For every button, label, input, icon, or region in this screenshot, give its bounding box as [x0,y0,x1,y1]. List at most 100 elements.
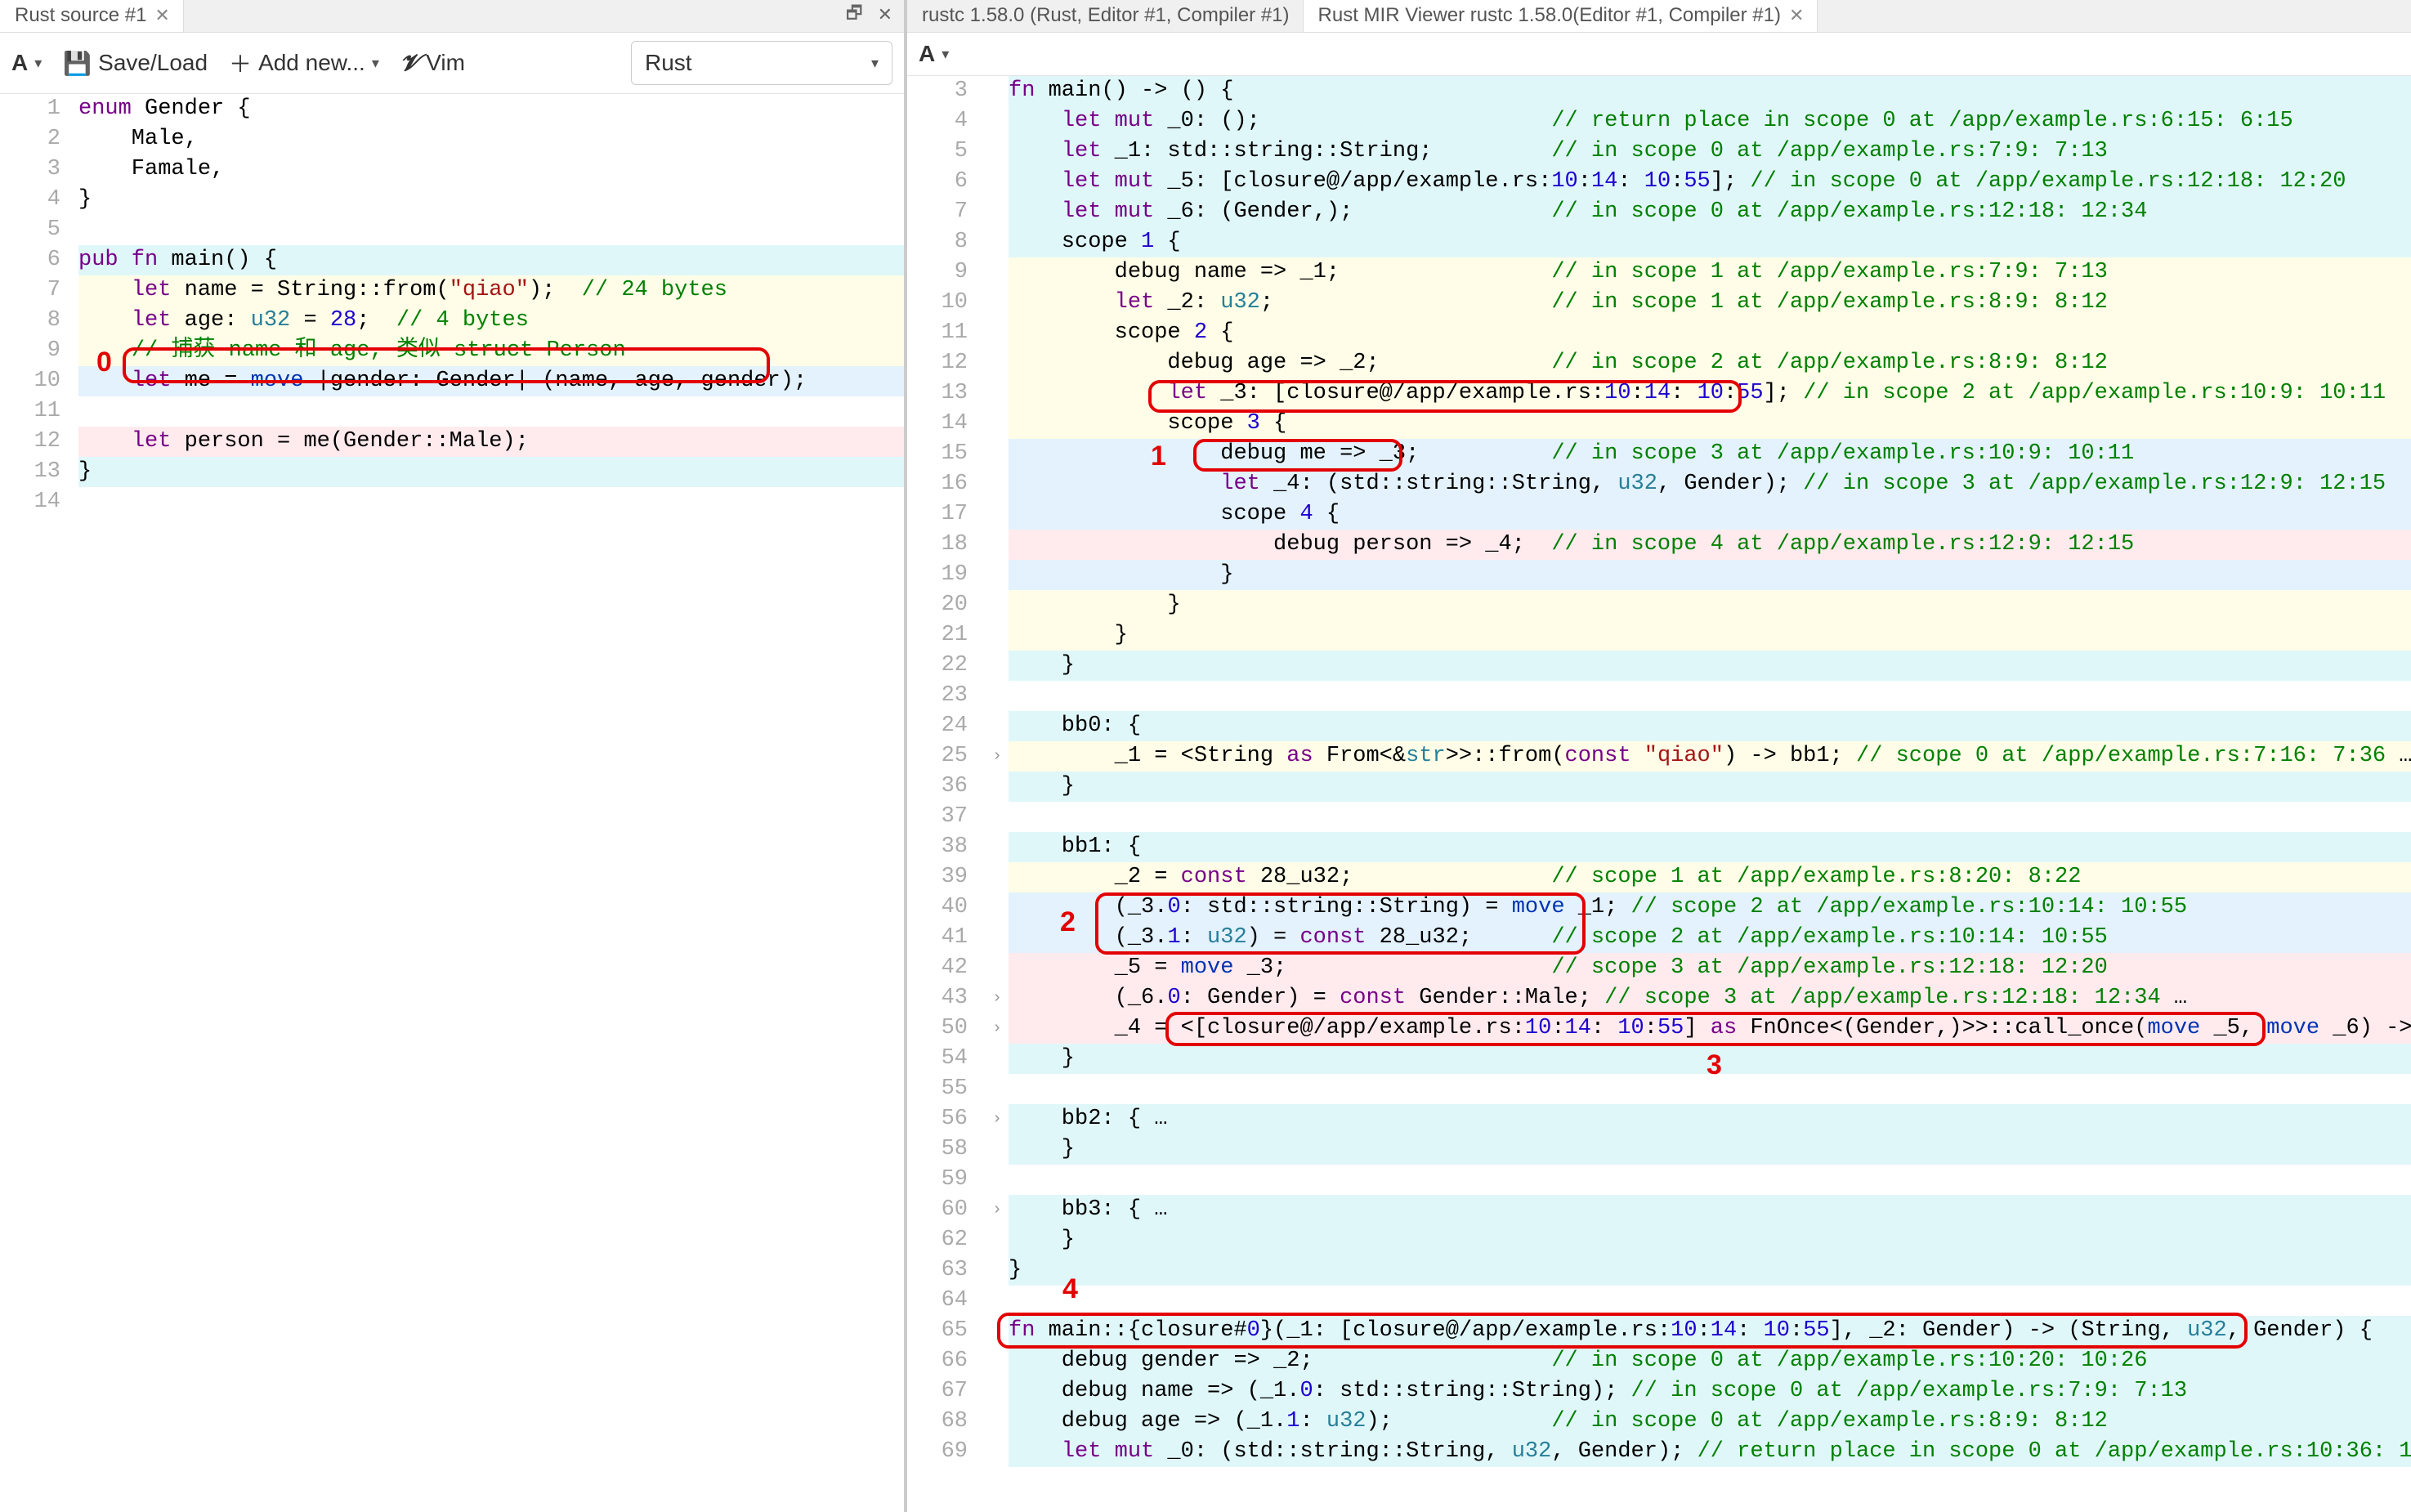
code-line[interactable]: 20 } [907,590,2411,620]
code-line[interactable]: 8 let age: u32 = 28; // 4 bytes [0,306,904,336]
code-line[interactable]: 5 [0,215,904,245]
tab-rust-source[interactable]: Rust source #1 ✕ [0,0,184,32]
code-line[interactable]: 6 let mut _5: [closure@/app/example.rs:1… [907,167,2411,197]
code-line[interactable]: 64 [907,1286,2411,1316]
code-text: bb3: { … [1009,1195,2411,1225]
code-line[interactable]: 3 Famale, [0,154,904,185]
code-line[interactable]: 5 let _1: std::string::String; // in sco… [907,136,2411,167]
code-line[interactable]: 50› _4 = <[closure@/app/example.rs:10:14… [907,1013,2411,1044]
code-line[interactable]: 39 _2 = const 28_u32; // scope 1 at /app… [907,862,2411,892]
line-number: 3 [0,154,78,185]
add-new-button[interactable]: ＋ Add new...▾ [229,47,379,79]
code-line[interactable]: 15 debug me => _3; // in scope 3 at /app… [907,439,2411,469]
code-line[interactable]: 18 debug person => _4; // in scope 4 at … [907,530,2411,560]
code-text: debug age => (_1.1: u32); // in scope 0 … [1009,1407,2411,1437]
code-line[interactable]: 23 [907,681,2411,711]
code-line[interactable]: 17 scope 4 { [907,499,2411,530]
code-line[interactable]: 7 let name = String::from("qiao"); // 24… [0,275,904,306]
code-line[interactable]: 65fn main::{closure#0}(_1: [closure@/app… [907,1316,2411,1346]
fold-toggle[interactable]: › [986,1013,1009,1044]
code-line[interactable]: 43› (_6.0: Gender) = const Gender::Male;… [907,983,2411,1013]
code-line[interactable]: 16 let _4: (std::string::String, u32, Ge… [907,469,2411,499]
code-line[interactable]: 9 debug name => _1; // in scope 1 at /ap… [907,257,2411,288]
language-select[interactable]: Rust ▾ [631,41,892,85]
code-line[interactable]: 4} [0,185,904,215]
vim-icon: 𝓥 [400,50,419,77]
code-line[interactable]: 3fn main() -> () { [907,76,2411,106]
fold-toggle[interactable]: › [986,741,1009,772]
code-line[interactable]: 55 [907,1074,2411,1104]
code-line[interactable]: 13} [0,457,904,487]
code-line[interactable]: 4 let mut _0: (); // return place in sco… [907,106,2411,136]
code-line[interactable]: 14 scope 3 { [907,409,2411,439]
line-number: 3 [907,76,986,106]
code-line[interactable]: 14 [0,487,904,517]
code-line[interactable]: 7 let mut _6: (Gender,); // in scope 0 a… [907,197,2411,227]
code-line[interactable]: 19 } [907,560,2411,590]
fold-toggle[interactable]: › [986,983,1009,1013]
code-line[interactable]: 40 (_3.0: std::string::String) = move _1… [907,892,2411,923]
font-size-button[interactable]: A▾ [919,41,949,67]
code-line[interactable]: 69 let mut _0: (std::string::String, u32… [907,1437,2411,1467]
line-number: 38 [907,832,986,862]
code-line[interactable]: 12 let person = me(Gender::Male); [0,427,904,457]
font-size-button[interactable]: A▾ [11,50,42,76]
right-editor[interactable]: 3fn main() -> () {4 let mut _0: (); // r… [907,76,2411,1512]
code-line[interactable]: 38 bb1: { [907,832,2411,862]
code-line[interactable]: 8 scope 1 { [907,227,2411,257]
code-text: } [1009,620,2411,651]
code-text: fn main::{closure#0}(_1: [closure@/app/e… [1009,1316,2411,1346]
code-line[interactable]: 10 let me = move |gender: Gender| (name,… [0,366,904,396]
code-line[interactable]: 56› bb2: { … [907,1104,2411,1134]
line-number: 5 [907,136,986,167]
code-text: _4 = <[closure@/app/example.rs:10:14: 10… [1009,1013,2411,1044]
line-number: 36 [907,772,986,802]
code-line[interactable]: 63} [907,1255,2411,1286]
code-line[interactable]: 58 } [907,1134,2411,1165]
code-line[interactable]: 21 } [907,620,2411,651]
code-line[interactable]: 11 [0,396,904,427]
code-line[interactable]: 10 let _2: u32; // in scope 1 at /app/ex… [907,288,2411,318]
fold-toggle[interactable]: › [986,1195,1009,1225]
line-number: 56 [907,1104,986,1134]
code-text: scope 4 { [1009,499,2411,530]
close-icon[interactable]: ✕ [1789,5,1804,26]
code-line[interactable]: 37 [907,802,2411,832]
line-number: 14 [0,487,78,517]
left-editor[interactable]: 1enum Gender {2 Male,3 Famale,4}56pub fn… [0,94,904,1512]
code-line[interactable]: 13 let _3: [closure@/app/example.rs:10:1… [907,378,2411,409]
code-line[interactable]: 67 debug name => (_1.0: std::string::Str… [907,1376,2411,1407]
code-line[interactable]: 25› _1 = <String as From<&str>>::from(co… [907,741,2411,772]
window-close-icon[interactable]: ✕ [873,2,897,27]
code-line[interactable]: 2 Male, [0,124,904,154]
code-line[interactable]: 24 bb0: { [907,711,2411,741]
window-restore-icon[interactable]: 🗗 [841,0,868,32]
code-text: let _1: std::string::String; // in scope… [1009,136,2411,167]
code-line[interactable]: 62 } [907,1225,2411,1255]
vim-button[interactable]: 𝓥 Vim [400,50,465,77]
code-line[interactable]: 41 (_3.1: u32) = const 28_u32; // scope … [907,923,2411,953]
code-line[interactable]: 42 _5 = move _3; // scope 3 at /app/exam… [907,953,2411,983]
code-line[interactable]: 6pub fn main() { [0,245,904,275]
save-load-button[interactable]: 💾 Save/Load [63,50,208,77]
code-line[interactable]: 36 } [907,772,2411,802]
code-line[interactable]: 68 debug age => (_1.1: u32); // in scope… [907,1407,2411,1437]
fold-toggle[interactable]: › [986,1104,1009,1134]
tab[interactable]: Rust MIR Viewer rustc 1.58.0(Editor #1, … [1304,0,1818,32]
code-line[interactable]: 9 // 捕获 name 和 age, 类似 struct Person [0,336,904,366]
code-line[interactable]: 22 } [907,651,2411,681]
code-text: enum Gender { [78,94,904,124]
code-line[interactable]: 60› bb3: { … [907,1195,2411,1225]
code-line[interactable]: 59 [907,1165,2411,1195]
line-number: 21 [907,620,986,651]
code-line[interactable]: 12 debug age => _2; // in scope 2 at /ap… [907,348,2411,378]
code-line[interactable]: 1enum Gender { [0,94,904,124]
line-number: 4 [907,106,986,136]
close-icon[interactable]: ✕ [154,5,169,26]
line-number: 12 [0,427,78,457]
line-number: 15 [907,439,986,469]
code-line[interactable]: 66 debug gender => _2; // in scope 0 at … [907,1346,2411,1376]
tab[interactable]: rustc 1.58.0 (Rust, Editor #1, Compiler … [907,0,1304,32]
code-line[interactable]: 54 } [907,1044,2411,1074]
code-line[interactable]: 11 scope 2 { [907,318,2411,348]
